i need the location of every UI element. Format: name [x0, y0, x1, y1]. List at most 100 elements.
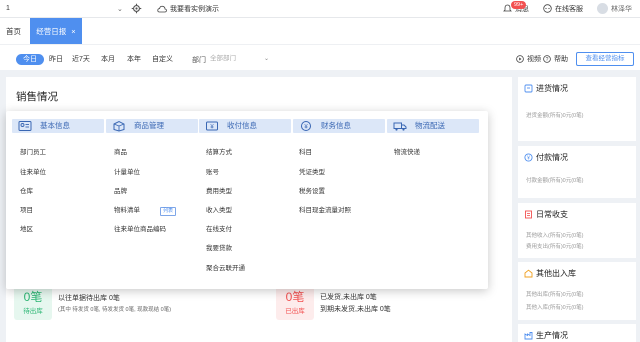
chevron-down-icon[interactable]: ⌄ — [117, 5, 123, 13]
finance-icon: ¥ — [301, 121, 311, 131]
tab-bar: 首页 经营日报 × — [0, 18, 640, 44]
list-tag[interactable]: 列表 — [160, 207, 177, 216]
menu-item-units[interactable]: 计量单位 — [114, 166, 140, 176]
pending-outbound-line1: 以往单据待出库 0笔 — [58, 295, 120, 302]
daily-income-card: 日常收支 其他收入(所有)0元(0笔) 费用支出(所有)0元(0笔) — [518, 203, 636, 258]
shipped-line2: 到期未发货,未出库 0笔 — [320, 306, 391, 313]
menu-item-online-pay[interactable]: 在线支付 — [206, 223, 232, 233]
filter-bar: 今日 昨日 近7天 本月 本年 自定义 部门 全部部门 ⌄ 视频 ? 帮助 查看… — [0, 44, 640, 70]
menu-item-income-types[interactable]: 收入类型 — [206, 204, 232, 214]
menu-header-basic-info: 基本信息 — [12, 119, 104, 133]
menu-item-tax-settings[interactable]: 税务设置 — [299, 185, 325, 195]
svg-text:¥: ¥ — [304, 124, 308, 130]
menu-item-cashflow-mapping[interactable]: 科目现金流量对照 — [299, 204, 351, 214]
menu-column-finance: ¥ 财务信息 — [293, 119, 385, 133]
menu-item-bom[interactable]: 物料清单 列表 — [114, 204, 177, 216]
cart-icon — [524, 84, 533, 93]
basic-info-icon — [18, 121, 32, 131]
menu-item-warehouse[interactable]: 仓库 — [20, 185, 33, 195]
svg-text:¥: ¥ — [527, 156, 530, 162]
menu-header-finance: ¥ 财务信息 — [293, 119, 385, 133]
menu-item-partners[interactable]: 往来单位 — [20, 166, 46, 176]
settings-menu: 基本信息 部门员工 往来单位 仓库 项目 地区 商品管理 商品 计量单位 品牌 … — [6, 111, 488, 289]
menu-item-partner-product-codes[interactable]: 往来单位商品编码 — [114, 223, 166, 233]
payment-icon: ¥ — [206, 121, 218, 131]
messages-badge: 99+ — [511, 0, 527, 9]
menu-item-departments[interactable]: 部门员工 — [20, 146, 46, 156]
purchase-title: 进货情况 — [524, 83, 568, 94]
top-bar: 1 ⌄ 我要看实例演示 99+ 消息 在线客服 林泽华 — [0, 0, 640, 18]
menu-item-loan[interactable]: 我要贷款 — [206, 242, 232, 252]
period-custom[interactable]: 自定义 — [152, 54, 173, 65]
other-outbound: 其他出库(所有)0元(0笔) — [526, 292, 584, 298]
other-stock-card: 其他出入库 其他出库(所有)0元(0笔) 其他入库(所有)0元(0笔) — [518, 262, 636, 320]
menu-item-settlement[interactable]: 结算方式 — [206, 146, 232, 156]
demo-label: 我要看实例演示 — [170, 6, 219, 13]
user-menu[interactable]: 林泽华 — [597, 3, 632, 14]
period-7days[interactable]: 近7天 — [72, 54, 90, 65]
close-icon[interactable]: × — [71, 27, 75, 36]
pending-outbound-count: 0笔 — [23, 290, 43, 304]
menu-header-products: 商品管理 — [106, 119, 198, 133]
menu-item-subjects[interactable]: 科目 — [299, 146, 312, 156]
help-label: 帮助 — [554, 56, 568, 63]
menu-item-regions[interactable]: 地区 — [20, 223, 33, 233]
gear-icon[interactable] — [131, 3, 142, 14]
menu-header-logistics: 物流配送 — [387, 119, 479, 133]
other-income: 其他收入(所有)0元(0笔) — [526, 233, 584, 239]
menu-column-basic-info: 基本信息 — [12, 119, 104, 133]
purchase-card: 进货情况 进货金额(所有)0元(0笔) — [518, 77, 636, 141]
tab-daily-report[interactable]: 经营日报 × — [30, 18, 82, 44]
menu-column-payment: ¥ 收付信息 — [199, 119, 291, 133]
menu-item-express[interactable]: 物流快递 — [394, 146, 420, 156]
production-card: 生产情况 — [518, 324, 636, 342]
company-selector[interactable]: 1 — [6, 5, 10, 12]
help-icon: ? — [543, 55, 551, 63]
chevron-down-icon[interactable]: ⌄ — [264, 55, 269, 62]
menu-item-voucher-types[interactable]: 凭证类型 — [299, 166, 325, 176]
ledger-icon — [525, 210, 532, 219]
menu-item-expense-types[interactable]: 费用类型 — [206, 185, 232, 195]
menu-item-brands[interactable]: 品牌 — [114, 185, 127, 195]
demo-link[interactable]: 我要看实例演示 — [157, 4, 219, 14]
service-label: 在线客服 — [555, 5, 583, 13]
online-service-button[interactable]: 在线客服 — [543, 4, 583, 14]
product-icon — [113, 120, 125, 132]
menu-item-projects[interactable]: 项目 — [20, 204, 33, 214]
shipped-line1: 已发货,未出库 0笔 — [320, 294, 377, 301]
payment-amount: 付款金额(所有)0元(0笔) — [526, 178, 584, 184]
messages-button[interactable]: 99+ 消息 — [503, 0, 529, 14]
tab-home[interactable]: 首页 — [6, 26, 21, 37]
logistics-icon — [393, 122, 407, 131]
menu-item-cloud-link[interactable]: 聚合云联开通 — [206, 262, 245, 272]
menu-item-bom-label: 物料清单 — [114, 207, 140, 214]
view-metrics-button[interactable]: 查看经营指标 — [576, 52, 634, 66]
period-month[interactable]: 本月 — [101, 54, 115, 65]
help-link[interactable]: ? 帮助 — [543, 54, 568, 64]
pending-outbound-line2: (其中 待发货 0笔, 待发发货 0笔, 现款现结 0笔) — [58, 307, 172, 313]
period-today[interactable]: 今日 — [16, 54, 44, 65]
factory-icon — [524, 332, 533, 340]
top-right-actions: 99+ 消息 在线客服 林泽华 — [503, 0, 632, 14]
shipped-label: 已出库 — [285, 308, 305, 315]
dept-label: 部门 — [192, 57, 206, 64]
payment-card: ¥ 付款情况 付款金额(所有)0元(0笔) — [518, 146, 636, 198]
production-title: 生产情况 — [524, 330, 568, 341]
avatar — [597, 3, 608, 14]
menu-item-products[interactable]: 商品 — [114, 146, 127, 156]
shipped-count: 0笔 — [285, 290, 305, 304]
warehouse-icon — [524, 269, 533, 278]
menu-item-accounts[interactable]: 账号 — [206, 166, 219, 176]
cloud-icon — [157, 5, 167, 13]
other-inbound: 其他入库(所有)0元(0笔) — [526, 305, 584, 311]
menu-column-logistics: 物流配送 — [387, 119, 479, 133]
video-label: 视频 — [527, 56, 541, 63]
purchase-amount: 进货金额(所有)0元(0笔) — [526, 113, 584, 119]
tab-daily-report-label: 经营日报 — [36, 26, 67, 36]
menu-header-payment: ¥ 收付信息 — [199, 119, 291, 133]
period-year[interactable]: 本年 — [127, 54, 141, 65]
video-link[interactable]: 视频 — [516, 54, 541, 64]
user-name: 林泽华 — [611, 5, 632, 13]
daily-income-title: 日常收支 — [524, 209, 568, 220]
period-yesterday[interactable]: 昨日 — [49, 54, 63, 65]
